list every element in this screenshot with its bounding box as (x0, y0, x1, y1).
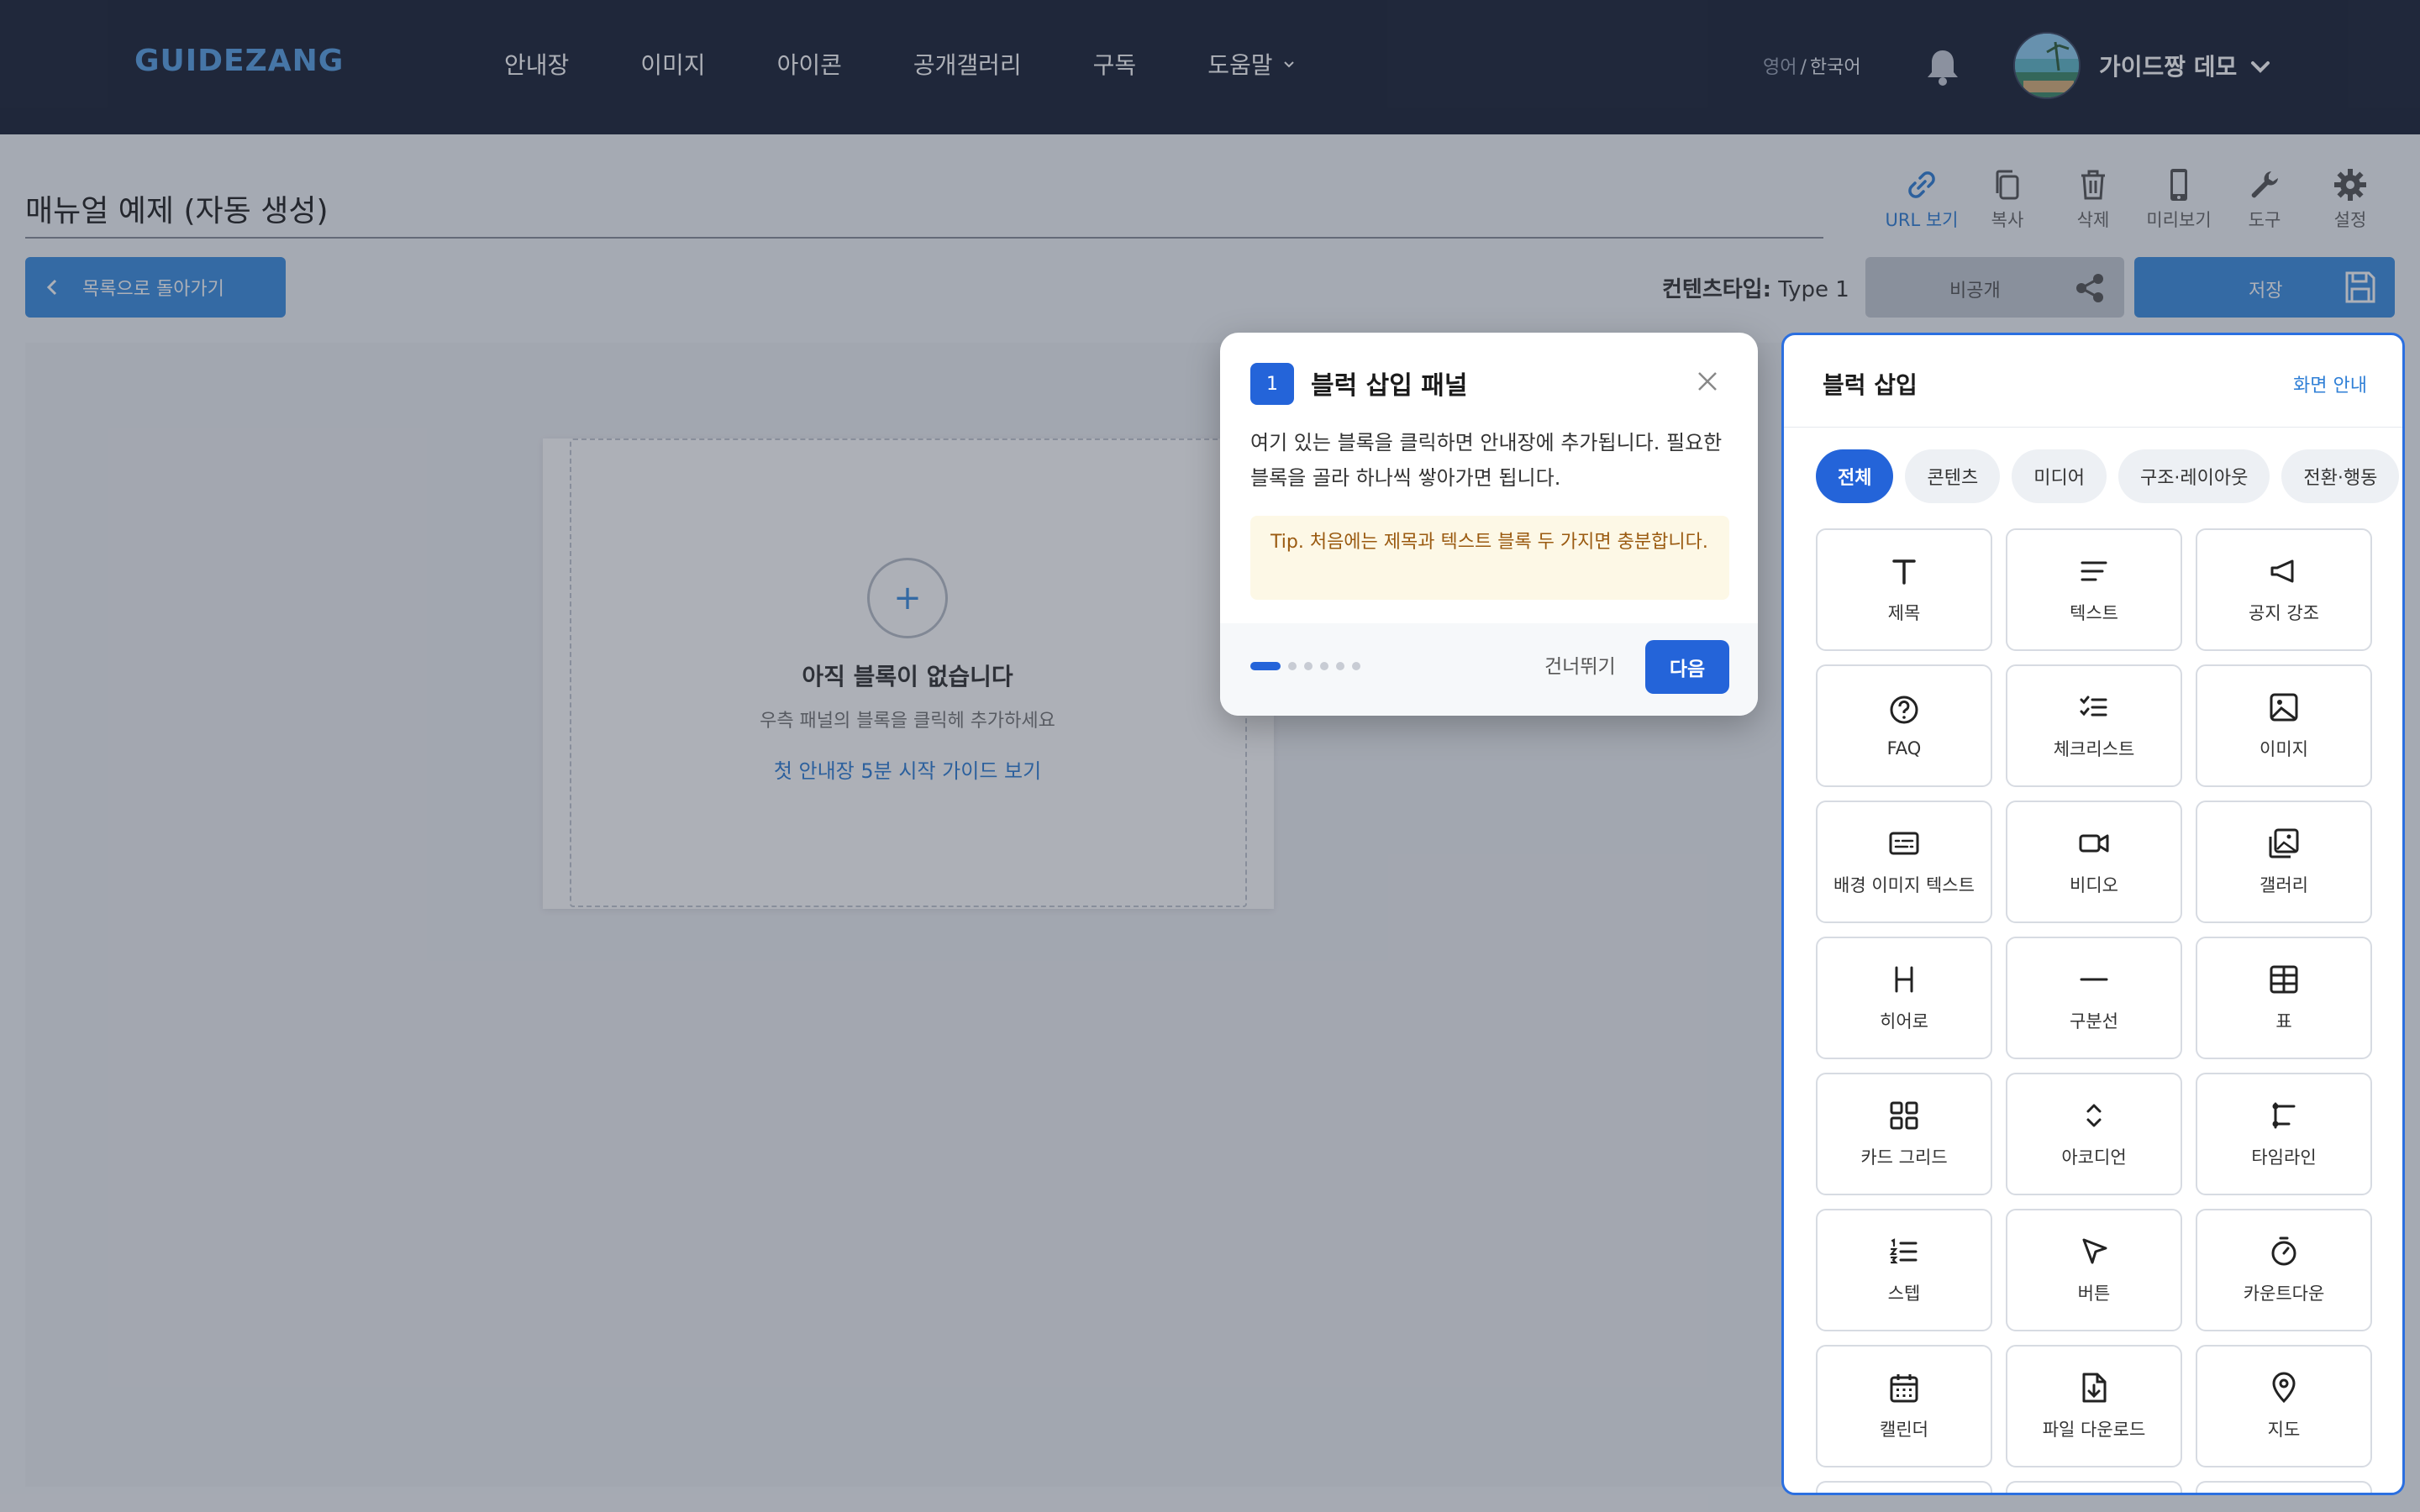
block-label: 타임라인 (2251, 1147, 2317, 1168)
chip-all[interactable]: 전체 (1816, 449, 1894, 503)
block-label: 갤러리 (2260, 875, 2308, 895)
divider-icon (2080, 978, 2108, 981)
tour-body: 여기 있는 블록을 클릭하면 안내장에 추가됩니다. 필요한 블록을 골라 하나… (1250, 431, 1723, 490)
block-label: 구분선 (2070, 1011, 2118, 1032)
block-heading[interactable]: 제목 (1816, 528, 1992, 651)
megaphone-icon (2270, 559, 2294, 583)
block-label: 텍스트 (2070, 603, 2118, 623)
block-tile-partial[interactable] (1816, 1481, 1992, 1493)
block-label: 카운트다운 (2243, 1284, 2325, 1304)
block-label: 공지 강조 (2249, 603, 2319, 623)
heading-icon (1892, 559, 1916, 585)
block-calendar[interactable]: 캘린더 (1816, 1345, 1992, 1467)
block-label: 지도 (2267, 1420, 2301, 1440)
bg-text-icon (1889, 832, 1919, 855)
chip-layout[interactable]: 구조·레이아웃 (2118, 449, 2270, 503)
block-label: 제목 (1887, 603, 1921, 623)
step-dot (1352, 662, 1360, 670)
text-icon (2081, 561, 2107, 581)
category-chips: 전체 콘텐츠 미디어 구조·레이아웃 전환·행동 (1816, 449, 2402, 503)
calendar-icon (1890, 1374, 1918, 1403)
question-icon (1890, 696, 1918, 724)
steps-icon (1889, 1238, 1918, 1264)
chip-media[interactable]: 미디어 (2012, 449, 2107, 503)
block-notice[interactable]: 공지 강조 (2196, 528, 2372, 651)
block-label: 스텝 (1887, 1284, 1921, 1304)
close-icon[interactable] (1694, 368, 1721, 395)
timeline-icon (2272, 1102, 2296, 1129)
timer-icon (2271, 1236, 2296, 1266)
block-table[interactable]: 표 (2196, 937, 2372, 1059)
block-label: 비디오 (2070, 875, 2118, 895)
block-label: 표 (2275, 1011, 2292, 1032)
screen-guide-link[interactable]: 화면 안내 (2293, 370, 2367, 397)
block-file-download[interactable]: 파일 다운로드 (2006, 1345, 2182, 1467)
block-label: 아코디언 (2061, 1147, 2127, 1168)
block-bg-image-text[interactable]: 배경 이미지 텍스트 (1816, 801, 1992, 923)
block-label: 버튼 (2077, 1284, 2111, 1304)
next-button[interactable]: 다음 (1645, 640, 1729, 694)
block-card-grid[interactable]: 카드 그리드 (1816, 1073, 1992, 1195)
chip-action[interactable]: 전환·행동 (2281, 449, 2400, 503)
block-tile-partial[interactable] (2196, 1481, 2372, 1493)
step-dot (1320, 662, 1328, 670)
step-dots (1250, 662, 1368, 670)
video-icon (2079, 834, 2109, 853)
map-pin-icon (2272, 1372, 2296, 1404)
block-faq[interactable]: FAQ (1816, 664, 1992, 787)
cursor-icon (2082, 1238, 2107, 1264)
step-dot (1304, 662, 1313, 670)
checklist-icon (2080, 696, 2107, 717)
step-dot (1288, 662, 1297, 670)
block-divider[interactable]: 구분선 (2006, 937, 2182, 1059)
table-icon (2270, 965, 2298, 994)
block-label: 카드 그리드 (1860, 1147, 1948, 1168)
block-hero[interactable]: 히어로 (1816, 937, 1992, 1059)
block-label: 히어로 (1880, 1011, 1928, 1032)
tour-footer: 건너뛰기 다음 (1220, 623, 1758, 716)
hero-icon (1895, 966, 1913, 993)
block-label: 파일 다운로드 (2042, 1420, 2146, 1440)
block-accordion[interactable]: 아코디언 (2006, 1073, 2182, 1195)
panel-title: 블럭 삽입 (1823, 371, 1918, 399)
block-checklist[interactable]: 체크리스트 (2006, 664, 2182, 787)
block-label: 이미지 (2260, 739, 2308, 759)
image-icon (2270, 693, 2298, 722)
block-label: 캘린더 (1880, 1420, 1928, 1440)
tour-tip: Tip. 처음에는 제목과 텍스트 블록 두 가지면 충분합니다. (1250, 516, 1729, 600)
grid-icon (1890, 1101, 1918, 1130)
tour-title: 블럭 삽입 패널 (1311, 371, 1468, 401)
block-tile-partial[interactable] (2006, 1481, 2182, 1493)
panel-header: 블럭 삽입 화면 안내 (1784, 335, 2402, 428)
block-text[interactable]: 텍스트 (2006, 528, 2182, 651)
block-timeline[interactable]: 타임라인 (2196, 1073, 2372, 1195)
step-dot (1336, 662, 1344, 670)
block-image[interactable]: 이미지 (2196, 664, 2372, 787)
block-label: FAQ (1886, 738, 1922, 759)
block-gallery[interactable]: 갤러리 (2196, 801, 2372, 923)
block-steps[interactable]: 스텝 (1816, 1209, 1992, 1331)
tour-popover: 1 블럭 삽입 패널 여기 있는 블록을 클릭하면 안내장에 추가됩니다. 필요… (1220, 333, 1758, 716)
step-dot (1250, 662, 1281, 670)
gallery-icon (2269, 828, 2299, 858)
accordion-icon (2086, 1104, 2102, 1127)
block-label: 배경 이미지 텍스트 (1833, 875, 1975, 895)
block-countdown[interactable]: 카운트다운 (2196, 1209, 2372, 1331)
skip-button[interactable]: 건너뛰기 (1544, 650, 1616, 679)
block-map[interactable]: 지도 (2196, 1345, 2372, 1467)
step-badge: 1 (1250, 363, 1294, 405)
file-download-icon (2082, 1373, 2107, 1403)
block-video[interactable]: 비디오 (2006, 801, 2182, 923)
block-button[interactable]: 버튼 (2006, 1209, 2182, 1331)
block-insert-panel: 블럭 삽입 화면 안내 전체 콘텐츠 미디어 구조·레이아웃 전환·행동 제목 … (1781, 333, 2405, 1495)
block-label: 체크리스트 (2053, 739, 2135, 759)
block-grid: 제목 텍스트 공지 강조 FAQ 체크리스트 이미지 배경 이미지 텍스트 비디… (1816, 528, 2372, 1493)
chip-content[interactable]: 콘텐츠 (1905, 449, 2001, 503)
